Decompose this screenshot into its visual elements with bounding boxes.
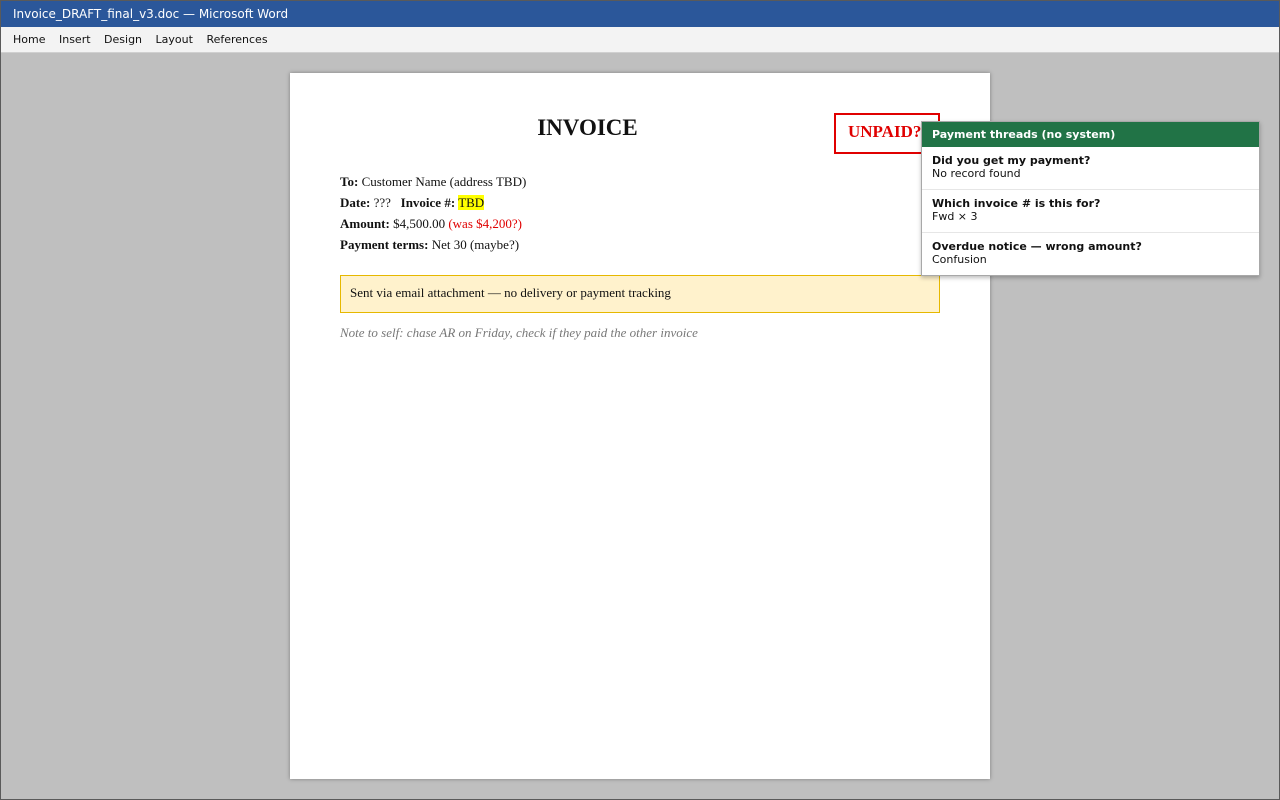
to-row: To: Customer Name (address TBD) [340,171,526,192]
amount-value: $4,500.00 [393,216,446,231]
invoice-title: INVOICE [537,115,638,140]
date-row: Date: ??? Invoice #: TBD [340,192,526,213]
amount-row: Amount: $4,500.00 (was $4,200?) [340,213,526,234]
thread-item[interactable]: Did you get my payment? No record found [922,147,1259,190]
word-window: Invoice_DRAFT_final_v3.doc — Microsoft W… [0,0,1280,800]
invoice-number-value: TBD [458,195,485,210]
menu-design[interactable]: Design [99,27,147,52]
title-bar: Invoice_DRAFT_final_v3.doc — Microsoft W… [1,1,1279,27]
terms-value: Net 30 (maybe?) [431,237,520,252]
delivery-notice: Sent via email attachment — no delivery … [340,275,940,313]
thread-item[interactable]: Which invoice # is this for? Fwd × 3 [922,190,1259,233]
amount-label: Amount: [340,216,390,231]
window-title: Invoice_DRAFT_final_v3.doc — Microsoft W… [13,7,289,21]
thread-subject: Overdue notice — wrong amount? [932,240,1142,253]
thread-status: Fwd × 3 [932,210,978,223]
panel-header: Payment threads (no system) [922,122,1259,147]
terms-label: Payment terms: [340,237,429,252]
menu-home[interactable]: Home [8,27,50,52]
old-amount: (was $4,200?) [448,216,522,231]
invoice-number-label: Invoice #: [400,195,456,210]
thread-subject: Which invoice # is this for? [932,197,1101,210]
to-label: To: [340,174,359,189]
thread-subject: Did you get my payment? [932,154,1091,167]
thread-item[interactable]: Overdue notice — wrong amount? Confusion [922,233,1259,276]
menu-bar: Home Insert Design Layout References [1,27,1279,53]
invoice-fields: To: Customer Name (address TBD) Date: ??… [340,171,526,255]
to-value: Customer Name (address TBD) [361,174,527,189]
menu-layout[interactable]: Layout [151,27,198,52]
date-label: Date: [340,195,371,210]
payment-threads-panel: Payment threads (no system) Did you get … [921,121,1260,276]
menu-insert[interactable]: Insert [54,27,96,52]
thread-status: Confusion [932,253,987,266]
menu-references[interactable]: References [201,27,272,52]
note-to-self: Note to self: chase AR on Friday, check … [340,325,698,340]
thread-status: No record found [932,167,1021,180]
terms-row: Payment terms: Net 30 (maybe?) [340,234,526,255]
date-value: ??? [373,195,391,210]
document-page[interactable]: INVOICE UNPAID? To: Customer Name (addre… [290,73,990,779]
